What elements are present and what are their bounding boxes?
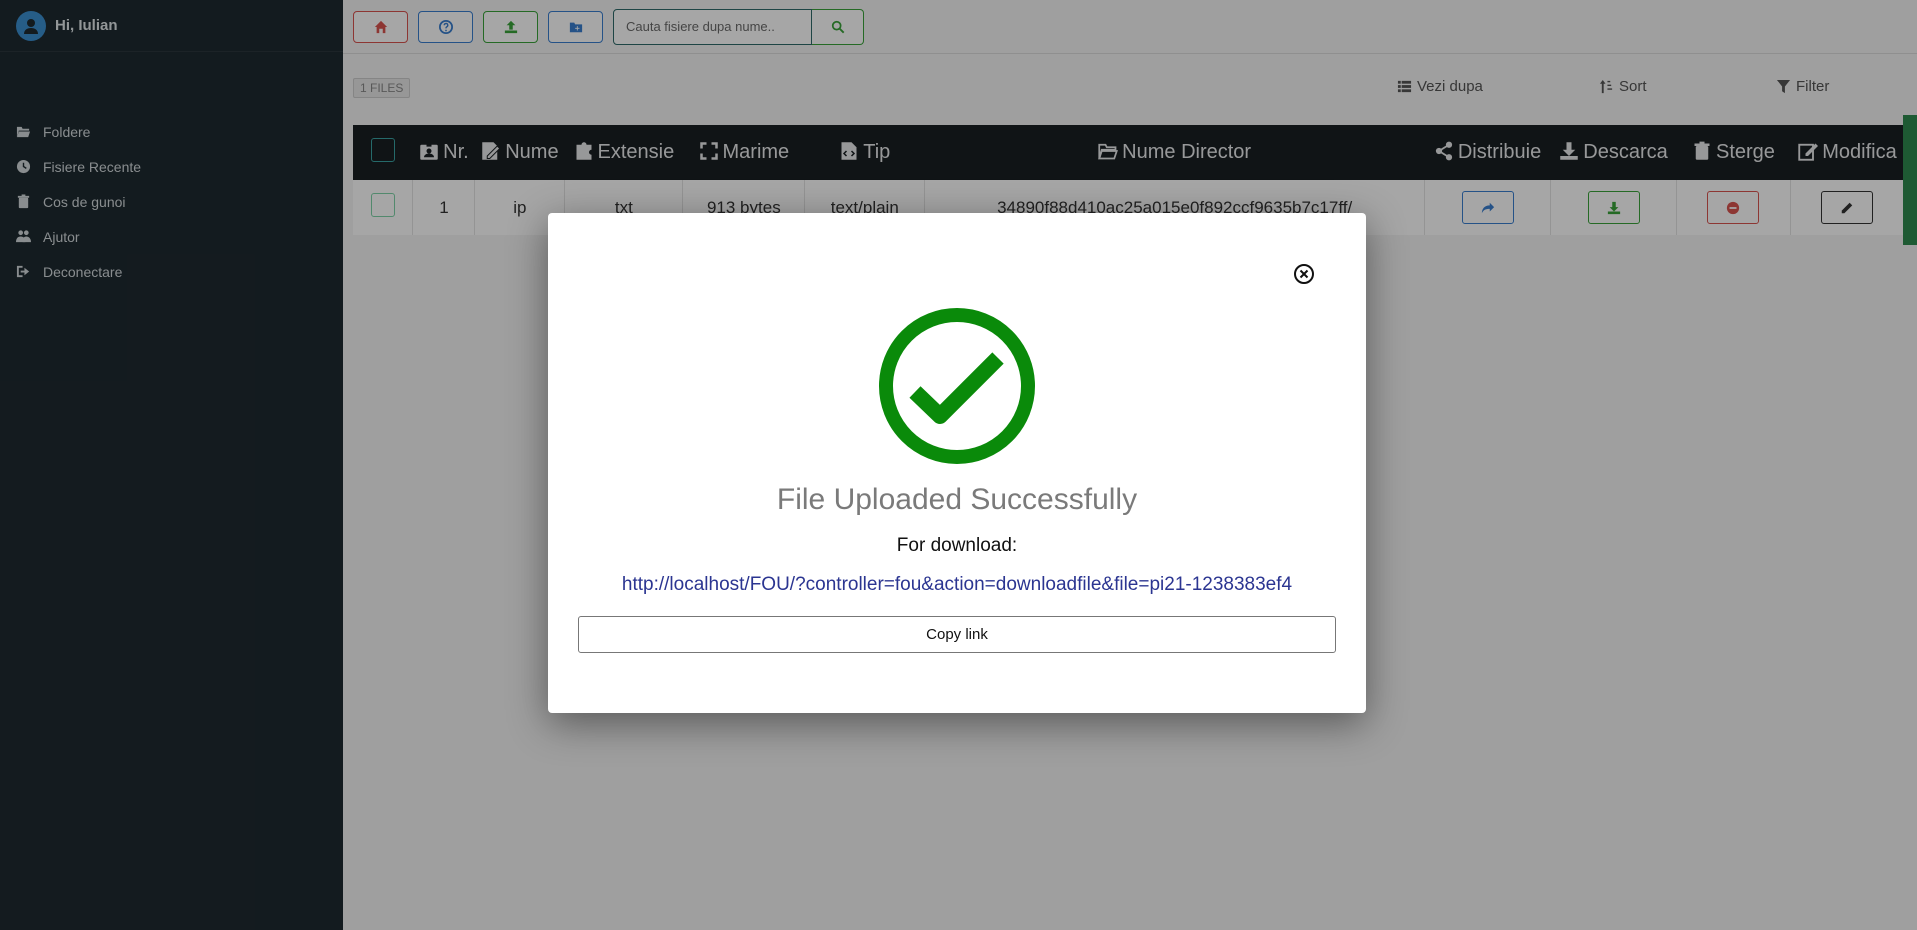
success-check-icon	[879, 308, 1035, 464]
modal-title: File Uploaded Successfully	[776, 483, 1138, 516]
modal-subtitle: For download:	[896, 535, 1018, 556]
close-icon[interactable]	[1293, 263, 1315, 285]
upload-success-modal: File Uploaded Successfully For download:…	[548, 213, 1366, 713]
copy-link-button[interactable]: Copy link	[578, 616, 1336, 653]
download-link[interactable]: http://localhost/FOU/?controller=fou&act…	[548, 574, 1366, 596]
